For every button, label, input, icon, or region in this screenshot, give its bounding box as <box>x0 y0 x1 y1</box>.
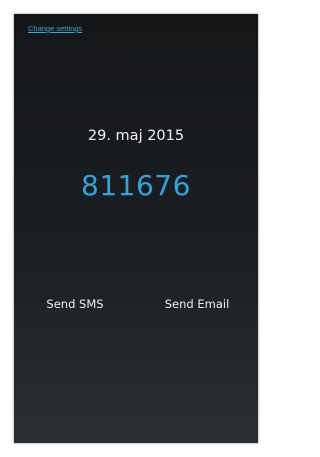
change-settings-link[interactable]: Change settings <box>28 24 82 33</box>
app-screen: Change settings 29. maj 2015 811676 Send… <box>14 14 258 443</box>
verification-code: 811676 <box>81 169 191 202</box>
action-bar: Send SMS Send Email <box>14 293 258 315</box>
date-label: 29. maj 2015 <box>87 128 185 144</box>
send-email-button[interactable]: Send Email <box>136 293 258 315</box>
send-sms-button[interactable]: Send SMS <box>14 293 136 315</box>
